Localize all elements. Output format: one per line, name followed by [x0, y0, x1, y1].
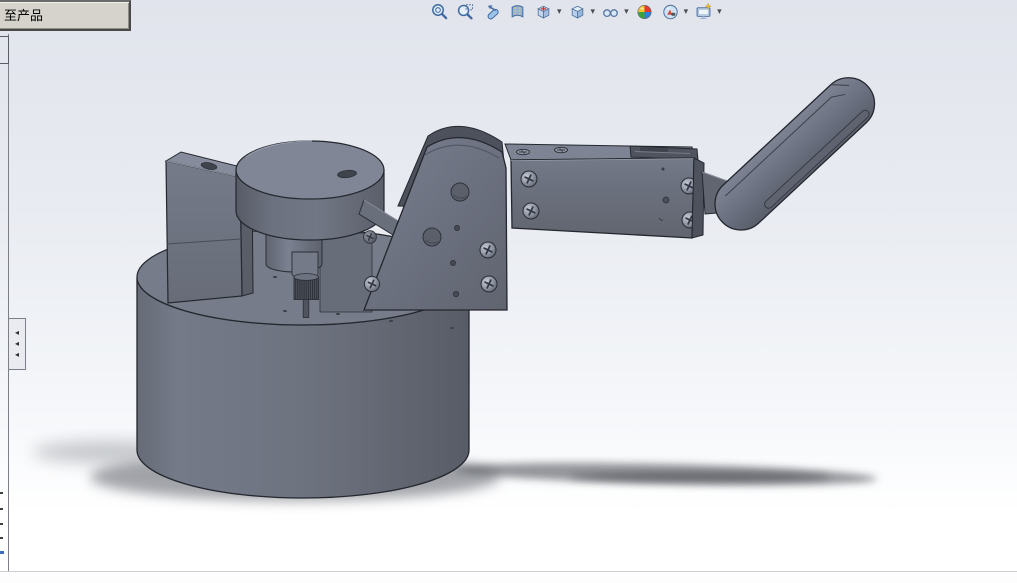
- display-style-dropdown[interactable]: ▾: [591, 6, 596, 17]
- previous-view-button[interactable]: [482, 1, 502, 21]
- end-effector-paddle: [714, 77, 876, 231]
- zoom-to-fit-button[interactable]: [430, 1, 450, 21]
- view-orientation-icon: [537, 5, 550, 19]
- edit-appearance-button[interactable]: [635, 1, 655, 21]
- featuremanager-splitter[interactable]: [8, 34, 9, 571]
- section-view-icon: [511, 4, 524, 18]
- pinion-gear: [293, 273, 319, 300]
- collapse-arrow-icon: ◂: [14, 339, 19, 348]
- edge-mark: [0, 523, 3, 525]
- document-tab[interactable]: 至产品: [0, 0, 131, 31]
- previous-view-icon: [487, 4, 499, 19]
- document-tab-label: 至产品: [4, 8, 44, 23]
- collapse-arrow-icon: ◂: [14, 350, 19, 359]
- pivot-hole: [450, 182, 470, 202]
- pivot-hole: [422, 227, 442, 247]
- apply-scene-dropdown[interactable]: ▾: [684, 6, 689, 17]
- view-orientation-dropdown[interactable]: ▾: [557, 6, 562, 17]
- zoom-to-area-button[interactable]: [456, 1, 476, 21]
- hide-show-items-icon: [603, 8, 619, 17]
- gear-shaft: [302, 299, 310, 318]
- view-settings-dropdown[interactable]: ▾: [717, 6, 722, 17]
- view-settings-button[interactable]: [694, 1, 714, 21]
- display-style-button[interactable]: [568, 1, 588, 21]
- rotary-platter: [235, 140, 385, 241]
- view-settings-icon: [696, 2, 712, 19]
- panel-collapse-tab[interactable]: ◂ ◂ ◂: [9, 318, 26, 370]
- display-style-icon: [570, 5, 584, 19]
- collapsed-corner-box: [0, 36, 9, 64]
- support-column: [319, 232, 373, 313]
- hide-show-items-button[interactable]: [601, 1, 621, 21]
- hide-show-items-dropdown[interactable]: ▾: [624, 6, 629, 17]
- edge-mark-blue: [0, 551, 4, 554]
- view-orientation-button[interactable]: [534, 1, 554, 21]
- edge-mark: [0, 508, 3, 510]
- collapse-arrow-icon: ◂: [14, 328, 19, 337]
- section-view-button[interactable]: [508, 1, 528, 21]
- edit-appearance-icon: [637, 4, 652, 19]
- application-window: 至产品 ◂ ◂ ◂ ▾ ▾ ▾ ▾ ▾: [0, 0, 1017, 583]
- zoom-to-fit-icon: [432, 3, 448, 19]
- robot-arm-model: [33, 77, 877, 501]
- heads-up-view-toolbar: ▾ ▾ ▾ ▾ ▾: [430, 1, 722, 21]
- edge-mark: [0, 492, 3, 494]
- upper-arm-link: [504, 143, 705, 239]
- zoom-to-area-icon: [457, 3, 474, 19]
- edge-mark: [0, 537, 3, 539]
- graphics-viewport[interactable]: [0, 0, 1017, 583]
- apply-scene-icon: [662, 4, 678, 19]
- window-frame-strip: [0, 572, 1017, 583]
- apply-scene-button[interactable]: [661, 1, 681, 21]
